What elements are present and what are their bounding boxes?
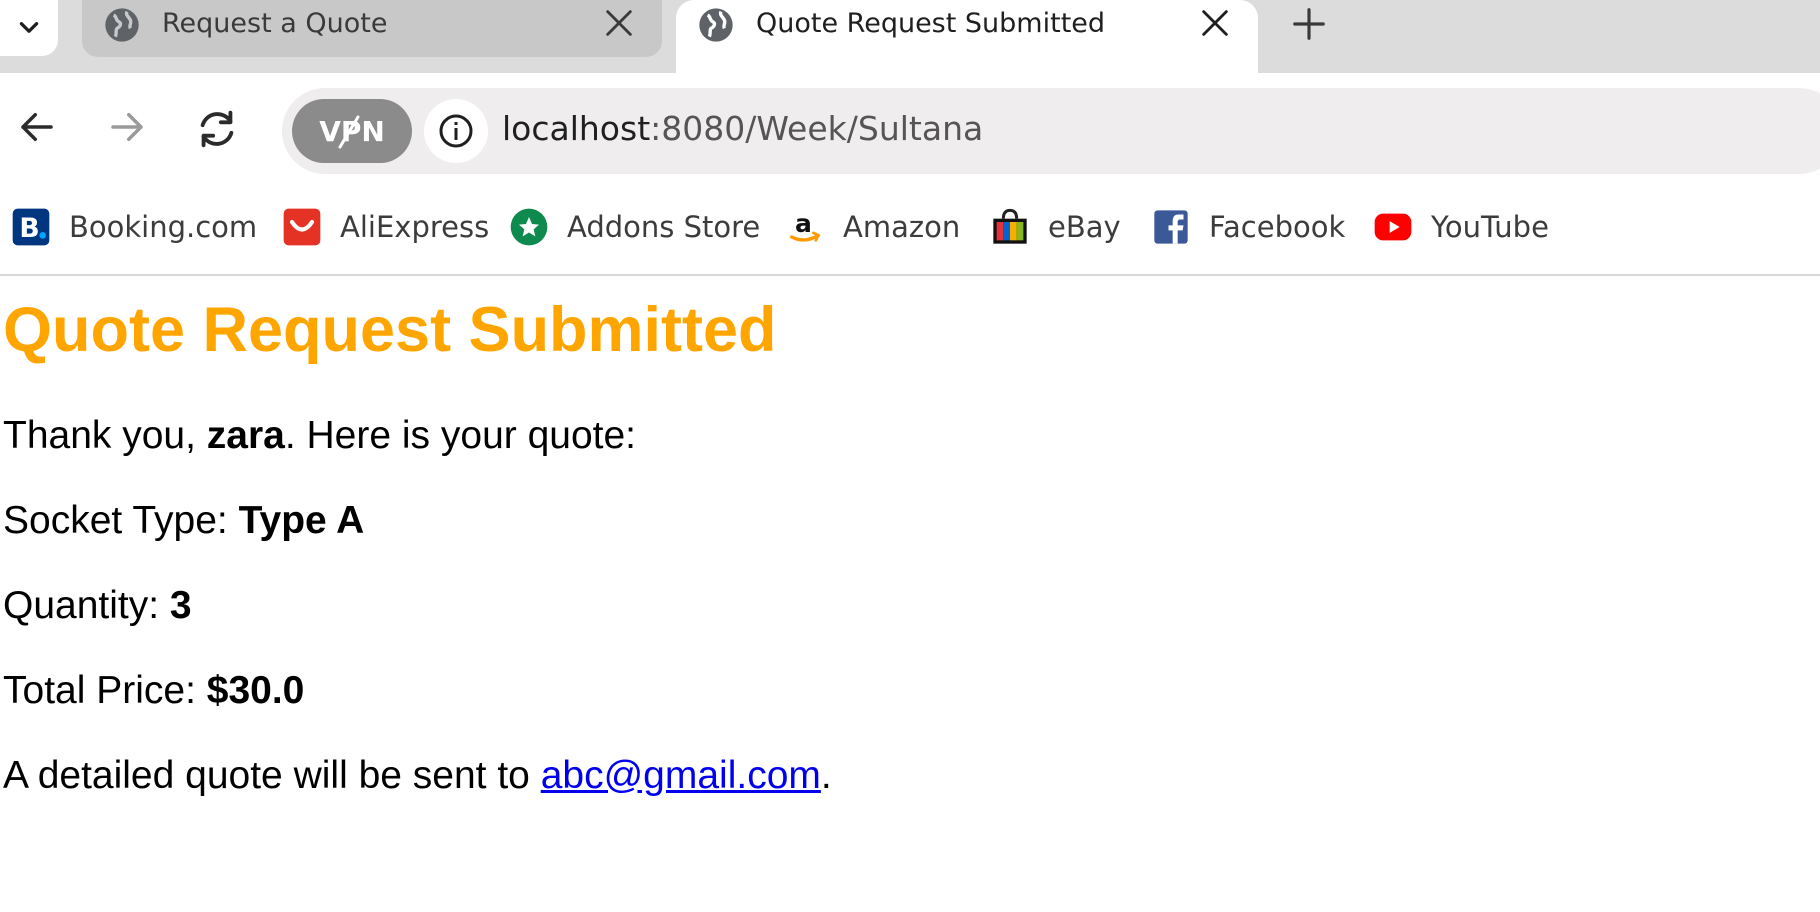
url-text[interactable]: localhost:8080/Week/Sultana (502, 109, 983, 148)
bookmark-label: Facebook (1209, 210, 1346, 244)
facebook-icon (1151, 207, 1191, 247)
bookmark-label: Booking.com (69, 210, 258, 244)
forward-icon[interactable] (106, 106, 148, 148)
total-price-value: $30.0 (206, 669, 305, 712)
bookmark-addons-store[interactable]: Addons Store (509, 206, 760, 248)
amazon-icon: a (785, 207, 825, 247)
reload-icon[interactable] (194, 106, 240, 152)
globe-icon (105, 8, 139, 42)
quantity-label: Quantity: (3, 584, 170, 627)
booking-icon: B (11, 207, 51, 247)
tab-request-a-quote[interactable]: Request a Quote (82, 0, 662, 57)
email-notice-line: A detailed quote will be sent to abc@gma… (3, 754, 832, 798)
globe-icon (699, 8, 733, 42)
address-bar[interactable]: VPN localhost:8080/Week/Sultana (282, 88, 1820, 174)
quantity-value: 3 (169, 584, 192, 627)
thanks-suffix: . Here is your quote: (284, 414, 637, 457)
chevron-down-icon (19, 22, 39, 33)
info-icon (439, 114, 473, 148)
bookmark-booking[interactable]: B Booking.com (11, 206, 257, 248)
back-icon[interactable] (16, 106, 58, 148)
total-price-label: Total Price: (3, 669, 207, 712)
customer-name: zara (206, 414, 285, 457)
email-link[interactable]: abc@gmail.com (541, 754, 821, 797)
aliexpress-icon (282, 207, 322, 247)
vpn-button[interactable]: VPN (292, 99, 412, 163)
tab-title: Quote Request Submitted (756, 8, 1106, 39)
navigation-toolbar: VPN localhost:8080/Week/Sultana (0, 73, 1820, 188)
close-icon[interactable] (1198, 6, 1232, 40)
bookmark-ebay[interactable]: eBay (990, 206, 1121, 248)
email-suffix: . (820, 754, 832, 797)
bookmark-youtube[interactable]: YouTube (1373, 206, 1549, 248)
bookmark-label: Addons Store (567, 210, 761, 244)
tab-quote-request-submitted[interactable]: Quote Request Submitted (676, 0, 1258, 73)
vpn-disabled-slash-icon (338, 115, 360, 149)
url-host: localhost (502, 109, 651, 148)
close-icon[interactable] (602, 6, 636, 40)
tab-title: Request a Quote (162, 8, 388, 39)
site-info-button[interactable] (424, 99, 488, 163)
bookmark-label: YouTube (1431, 210, 1549, 244)
bookmark-amazon[interactable]: a Amazon (785, 206, 960, 248)
bookmark-label: AliExpress (340, 210, 490, 244)
url-path: :8080/Week/Sultana (650, 109, 984, 148)
addons-store-icon (509, 207, 549, 247)
youtube-icon (1373, 207, 1413, 247)
page-title: Quote Request Submitted (3, 295, 777, 365)
new-tab-icon[interactable] (1290, 5, 1328, 43)
socket-type-label: Socket Type: (3, 499, 239, 542)
socket-type-value: Type A (238, 499, 365, 542)
socket-type-line: Socket Type: Type A (3, 499, 364, 543)
tab-strip: Request a Quote Quote Request Submitted (0, 0, 1820, 73)
tab-search-button[interactable] (0, 0, 58, 56)
thanks-prefix: Thank you, (3, 414, 207, 457)
bookmark-label: eBay (1048, 210, 1121, 244)
bookmark-aliexpress[interactable]: AliExpress (282, 206, 489, 248)
total-price-line: Total Price: $30.0 (3, 669, 304, 713)
svg-text:a: a (795, 209, 812, 238)
bookmark-label: Amazon (843, 210, 961, 244)
quantity-line: Quantity: 3 (3, 584, 192, 628)
bookmark-facebook[interactable]: Facebook (1151, 206, 1345, 248)
page-content: Quote Request Submitted Thank you, zara.… (0, 276, 1820, 912)
ebay-icon (990, 207, 1030, 247)
bookmarks-bar: B Booking.com AliExpress Addons Store a (0, 188, 1820, 276)
svg-text:B: B (19, 213, 39, 244)
email-prefix: A detailed quote will be sent to (3, 754, 541, 797)
thank-you-line: Thank you, zara. Here is your quote: (3, 414, 636, 458)
